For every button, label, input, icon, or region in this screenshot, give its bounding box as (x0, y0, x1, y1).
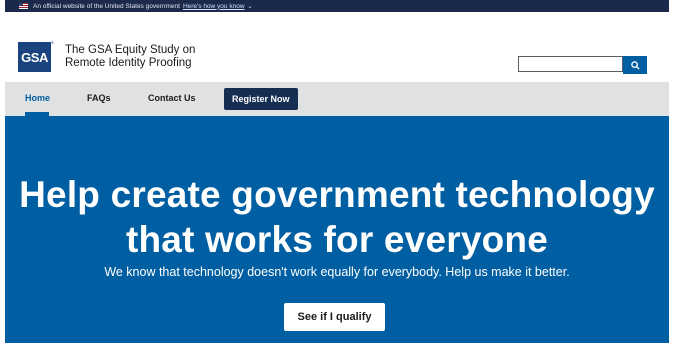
hero-headline: Help create government technology that w… (5, 172, 669, 262)
banner-text: An official website of the United States… (33, 2, 180, 10)
hero-headline-line1: Help create government technology (19, 174, 655, 215)
see-if-i-qualify-button[interactable]: See if I qualify (284, 303, 385, 331)
nav-item-home[interactable]: Home (25, 93, 50, 103)
heres-how-you-know-link[interactable]: Here's how you know (183, 3, 245, 10)
site-title-line2: Remote Identity Proofing (65, 57, 192, 69)
search-button[interactable] (623, 56, 647, 74)
gsa-logo[interactable]: GSA (18, 42, 51, 72)
hero-headline-line2: that works for everyone (125, 219, 548, 260)
search-form (518, 56, 647, 74)
register-now-button[interactable]: Register Now (224, 88, 298, 110)
page: An official website of the United States… (5, 0, 669, 343)
search-icon (630, 60, 640, 70)
hero-subhead: We know that technology doesn't work equ… (104, 265, 570, 279)
site-title-line1: The GSA Equity Study on (65, 44, 196, 56)
official-gov-banner: An official website of the United States… (5, 0, 669, 12)
site-title[interactable]: The GSA Equity Study on Remote Identity … (65, 44, 195, 70)
hero-section: Help create government technology that w… (5, 116, 669, 343)
nav-item-faqs[interactable]: FAQs (87, 93, 111, 103)
nav-item-contact-us[interactable]: Contact Us (148, 93, 196, 103)
logo-registered-mark: ® (51, 40, 54, 45)
search-input[interactable] (518, 56, 623, 72)
chevron-down-icon[interactable]: ⌄ (248, 3, 253, 10)
site-header: GSA ® The GSA Equity Study on Remote Ide… (5, 12, 669, 82)
us-flag-icon (19, 3, 28, 9)
gsa-logo-text: GSA (21, 49, 48, 65)
primary-nav: Home FAQs Contact Us Register Now (5, 82, 669, 116)
